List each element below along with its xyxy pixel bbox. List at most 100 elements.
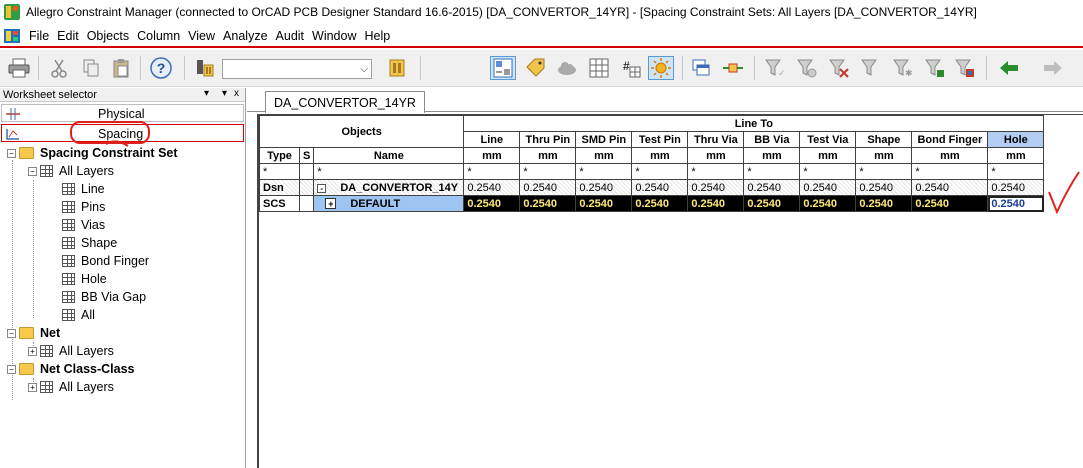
menu-column[interactable]: Column [133, 29, 184, 43]
filter-cell[interactable]: * [987, 163, 1045, 180]
help-icon[interactable]: ? [148, 56, 174, 80]
tree-all[interactable]: All [62, 306, 95, 324]
tree-net-all-layers[interactable]: + All Layers [28, 342, 114, 360]
tree-ncc-all-layers[interactable]: + All Layers [28, 378, 114, 396]
value-cell[interactable]: 0.2540 [631, 179, 689, 196]
expand-icon[interactable]: + [325, 198, 337, 209]
value-cell[interactable]: 0.2540 [687, 179, 745, 196]
close-icon[interactable]: x [234, 88, 239, 99]
col-header[interactable]: BB Via [743, 131, 801, 148]
value-cell[interactable]: 0.2540 [911, 179, 989, 196]
cloud-icon[interactable] [554, 56, 580, 80]
value-cell-hole[interactable]: 0.2540 [987, 195, 1045, 212]
tree-vias[interactable]: Vias [62, 216, 105, 234]
grid-alt-icon[interactable]: # [618, 56, 644, 80]
menu-objects[interactable]: Objects [83, 29, 133, 43]
value-cell[interactable]: 0.2540 [519, 179, 577, 196]
value-cell[interactable]: 0.2540 [911, 195, 989, 212]
col-header[interactable]: Test Pin [631, 131, 689, 148]
tree-shape[interactable]: Shape [62, 234, 117, 252]
filter-icon-6[interactable] [952, 56, 978, 80]
value-cell[interactable]: 0.2540 [855, 179, 913, 196]
menu-window[interactable]: Window [308, 29, 360, 43]
filter-cell[interactable]: * [799, 163, 857, 180]
row-name[interactable]: - DA_CONVERTOR_14Y [313, 179, 465, 196]
filter-cell[interactable]: * [575, 163, 633, 180]
col-header[interactable]: Test Via [799, 131, 857, 148]
table-row-dsn[interactable]: Dsn - DA_CONVERTOR_14Y 0.2540 0.2540 0.25… [259, 179, 1045, 196]
row-name[interactable]: + DEFAULT [313, 195, 465, 212]
col-header[interactable]: Shape [855, 131, 913, 148]
value-cell[interactable]: 0.2540 [855, 195, 913, 212]
value-cell[interactable]: 0.2540 [743, 179, 801, 196]
filter-icon-2[interactable] [826, 56, 852, 80]
value-cell[interactable]: 0.2540 [687, 195, 745, 212]
dropdown-icon[interactable]: ▾ [222, 88, 227, 99]
table-row-scs[interactable]: SCS + DEFAULT 0.2540 0.2540 0.2540 0.2540… [259, 195, 1045, 212]
filter-cell[interactable]: * [911, 163, 989, 180]
tree-net[interactable]: − Net [7, 324, 60, 342]
col-header[interactable]: SMD Pin [575, 131, 633, 148]
worksheet-physical[interactable]: Physical [1, 104, 244, 122]
menu-audit[interactable]: Audit [272, 29, 309, 43]
tree-net-class-class[interactable]: − Net Class-Class [7, 360, 135, 378]
tag-icon[interactable] [522, 56, 548, 80]
app-menu-icon[interactable] [3, 27, 21, 45]
tree-pins[interactable]: Pins [62, 198, 105, 216]
grid-icon[interactable] [586, 56, 612, 80]
filter-icon-5[interactable] [922, 56, 948, 80]
filter-cell[interactable]: * [463, 163, 521, 180]
print-icon[interactable] [6, 56, 32, 80]
tree-spacing-constraint-set[interactable]: − Spacing Constraint Set [7, 144, 178, 162]
menu-help[interactable]: Help [361, 29, 395, 43]
collapse-icon[interactable]: - [317, 183, 327, 193]
menu-edit[interactable]: Edit [53, 29, 83, 43]
tree-bb-via-gap[interactable]: BB Via Gap [62, 288, 146, 306]
filter-icon[interactable]: ✓ [762, 56, 788, 80]
filter-cell[interactable]: * [519, 163, 577, 180]
collapse-icon[interactable]: − [7, 328, 16, 338]
cut-icon[interactable] [46, 56, 72, 80]
col-header-hole[interactable]: Hole [987, 131, 1045, 148]
filter-cell[interactable]: * [631, 163, 689, 180]
filter-cell[interactable]: * [259, 163, 300, 180]
tree-all-layers[interactable]: − All Layers [28, 162, 114, 180]
filter-cell[interactable]: * [313, 163, 465, 180]
value-cell[interactable]: 0.2540 [743, 195, 801, 212]
menu-file[interactable]: File [25, 29, 53, 43]
filter-icon-3[interactable] [858, 56, 884, 80]
expand-icon[interactable]: + [28, 346, 37, 356]
collapse-icon[interactable]: − [28, 166, 37, 176]
net-icon[interactable] [720, 56, 746, 80]
value-cell[interactable]: 0.2540 [463, 179, 521, 196]
copy-icon[interactable] [78, 56, 104, 80]
tree-line[interactable]: Line [62, 180, 105, 198]
filter-cell[interactable]: * [855, 163, 913, 180]
pcb-icon[interactable] [384, 56, 410, 80]
value-cell[interactable]: 0.2540 [463, 195, 521, 212]
filter-cell[interactable] [298, 163, 315, 180]
tool-icon[interactable] [192, 56, 218, 80]
value-cell[interactable]: 0.2540 [575, 179, 633, 196]
collapse-icon[interactable]: − [7, 364, 16, 374]
tree-hole[interactable]: Hole [62, 270, 107, 288]
spacing-icon[interactable] [490, 56, 516, 80]
paste-icon[interactable] [108, 56, 134, 80]
forward-arrow-icon[interactable] [1040, 56, 1066, 80]
menu-view[interactable]: View [184, 29, 219, 43]
value-cell[interactable]: 0.2540 [575, 195, 633, 212]
windows-icon[interactable] [688, 56, 714, 80]
value-cell[interactable]: 0.2540 [799, 195, 857, 212]
tab-da-convertor[interactable]: DA_CONVERTOR_14YR [265, 91, 425, 113]
filter-x-icon[interactable] [794, 56, 820, 80]
sun-icon[interactable] [648, 56, 674, 80]
value-cell[interactable]: 0.2540 [987, 179, 1045, 196]
filter-cell[interactable]: * [687, 163, 745, 180]
tree-bond-finger[interactable]: Bond Finger [62, 252, 149, 270]
value-cell[interactable]: 0.2540 [799, 179, 857, 196]
toolbar-combo[interactable]: ⌵ [222, 59, 372, 79]
value-cell[interactable]: 0.2540 [631, 195, 689, 212]
menu-analyze[interactable]: Analyze [219, 29, 271, 43]
filter-cell[interactable]: * [743, 163, 801, 180]
chevron-down-icon[interactable]: ⌵ [360, 64, 368, 75]
